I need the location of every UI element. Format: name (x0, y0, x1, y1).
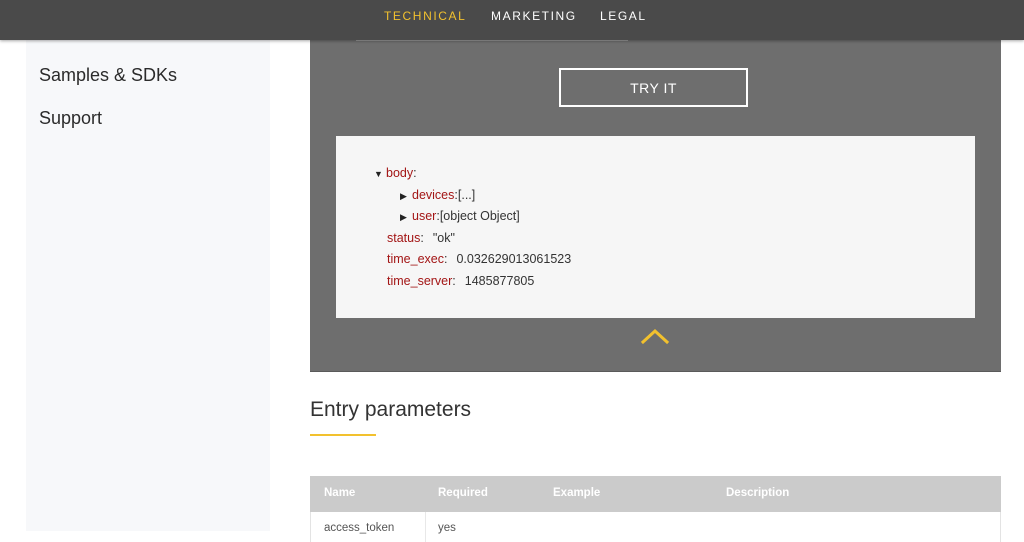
json-separator: : (452, 274, 456, 288)
json-value: 0.032629013061523 (456, 252, 572, 266)
try-it-button[interactable]: TRY IT (559, 68, 748, 107)
section-title: Entry parameters (310, 398, 472, 421)
json-value: [object Object] (439, 209, 520, 223)
column-header-description: Description (726, 487, 790, 499)
json-key: user (412, 209, 437, 223)
json-separator: : (420, 231, 424, 245)
top-navigation: TECHNICAL MARKETING LEGAL (0, 0, 1024, 40)
try-it-panel: TRY IT ▼ body: ▶ devices:[...] ▶ user:[obje… (310, 40, 1001, 372)
sidebar-item-support[interactable]: Support (39, 108, 102, 129)
nav-tab-marketing[interactable]: MARKETING (491, 9, 577, 23)
column-header-name: Name (324, 487, 356, 499)
json-key: time_exec (387, 252, 444, 266)
json-row-body[interactable]: ▼ body: (374, 165, 417, 182)
panel-divider (356, 40, 628, 41)
json-row-time-server: time_server: 1485877805 (387, 273, 534, 289)
table-row: access_token yes (310, 512, 1001, 542)
expanded-triangle-icon[interactable]: ▼ (374, 166, 386, 182)
sidebar: Samples & SDKs Support (26, 40, 270, 531)
json-row-time-exec: time_exec: 0.032629013061523 (387, 251, 571, 267)
json-key: body (386, 166, 414, 180)
json-row-status: status: "ok" (387, 230, 455, 246)
cell-divider (425, 512, 426, 542)
column-header-example: Example (553, 487, 601, 499)
collapsed-triangle-icon[interactable]: ▶ (400, 209, 412, 225)
json-value: [...] (457, 188, 476, 202)
json-row-devices[interactable]: ▶ devices:[...] (400, 187, 475, 204)
json-key: status (387, 231, 421, 245)
nav-tab-technical[interactable]: TECHNICAL (384, 9, 466, 23)
json-value: "ok" (432, 231, 455, 245)
chevron-up-icon[interactable] (640, 326, 670, 346)
response-viewer: ▼ body: ▶ devices:[...] ▶ user:[object Obje… (336, 136, 975, 318)
json-value: 1485877805 (464, 274, 535, 288)
column-header-required: Required (438, 487, 488, 499)
cell-name: access_token (324, 522, 395, 534)
json-separator: : (413, 166, 417, 180)
json-key: time_server (387, 274, 453, 288)
parameters-table-header: Name Required Example Description (310, 476, 1001, 512)
collapsed-triangle-icon[interactable]: ▶ (400, 188, 412, 204)
cell-required: yes (438, 522, 456, 534)
title-underline (310, 434, 376, 436)
sidebar-item-samples-sdks[interactable]: Samples & SDKs (39, 65, 177, 86)
json-row-user[interactable]: ▶ user:[object Object] (400, 208, 520, 225)
json-separator: : (443, 252, 448, 266)
json-key: devices (412, 188, 455, 202)
nav-tab-legal[interactable]: LEGAL (600, 9, 647, 23)
